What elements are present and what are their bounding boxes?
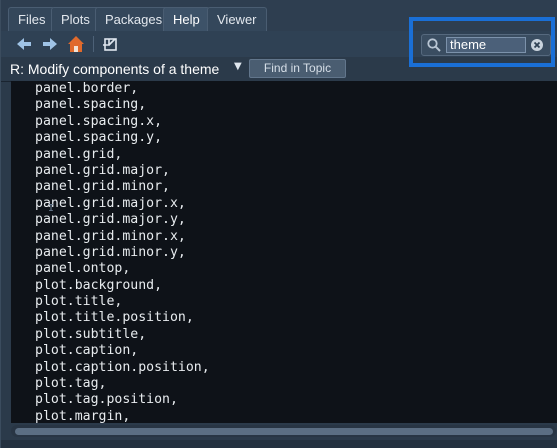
code-line: plot.title, <box>35 294 123 310</box>
tab-files[interactable]: Files <box>8 7 56 31</box>
code-line: plot.tag.position, <box>35 392 178 408</box>
help-pane: Files Plots Packages Help Viewer theme R… <box>0 0 557 448</box>
code-line: panel.border, <box>35 81 139 96</box>
popout-icon[interactable] <box>101 35 119 53</box>
code-line: plot.subtitle, <box>35 326 147 342</box>
code-line: panel.spacing.x, <box>35 113 163 129</box>
code-line: plot.caption.position, <box>35 359 210 375</box>
code-line: panel.grid.major.y, <box>35 212 186 228</box>
tab-viewer[interactable]: Viewer <box>207 7 267 31</box>
code-line: panel.grid.minor, <box>35 179 170 195</box>
code-line: plot.background, <box>35 277 163 293</box>
arrow-right-icon[interactable] <box>41 35 59 53</box>
code-line: panel.grid, <box>35 146 123 162</box>
help-content: panel.border, panel.spacing, panel.spaci… <box>11 81 557 423</box>
code-lines: panel.border, panel.spacing, panel.spaci… <box>35 81 210 423</box>
text-cursor-icon: I <box>48 203 55 214</box>
chevron-down-icon[interactable]: ▼ <box>234 61 242 72</box>
arrow-left-icon[interactable] <box>15 35 33 53</box>
find-in-topic-button[interactable]: Find in Topic <box>249 59 346 78</box>
code-line: panel.grid.minor.y, <box>35 244 186 260</box>
horizontal-scrollbar[interactable] <box>11 425 556 437</box>
code-line: plot.title.position, <box>35 310 194 326</box>
pane-bottom-edge <box>1 440 557 448</box>
topic-title[interactable]: R: Modify components of a theme <box>10 60 219 78</box>
search-highlight-box <box>409 17 555 67</box>
scrollbar-thumb[interactable] <box>15 428 553 435</box>
tab-packages[interactable]: Packages <box>95 7 173 31</box>
code-line: panel.spacing.y, <box>35 130 163 146</box>
code-line: plot.caption, <box>35 343 139 359</box>
code-line: plot.tag, <box>35 376 107 392</box>
tab-plots[interactable]: Plots <box>51 7 100 31</box>
code-line: plot.margin, <box>35 408 131 423</box>
code-line: panel.ontop, <box>35 261 131 277</box>
home-icon[interactable] <box>67 35 85 53</box>
code-line: panel.grid.minor.x, <box>35 228 186 244</box>
code-line: panel.spacing, <box>35 97 147 113</box>
code-line: panel.grid.major.x, <box>35 195 186 211</box>
tab-help[interactable]: Help <box>163 7 210 31</box>
code-line: panel.grid.major, <box>35 162 170 178</box>
toolbar-separator <box>93 36 94 52</box>
